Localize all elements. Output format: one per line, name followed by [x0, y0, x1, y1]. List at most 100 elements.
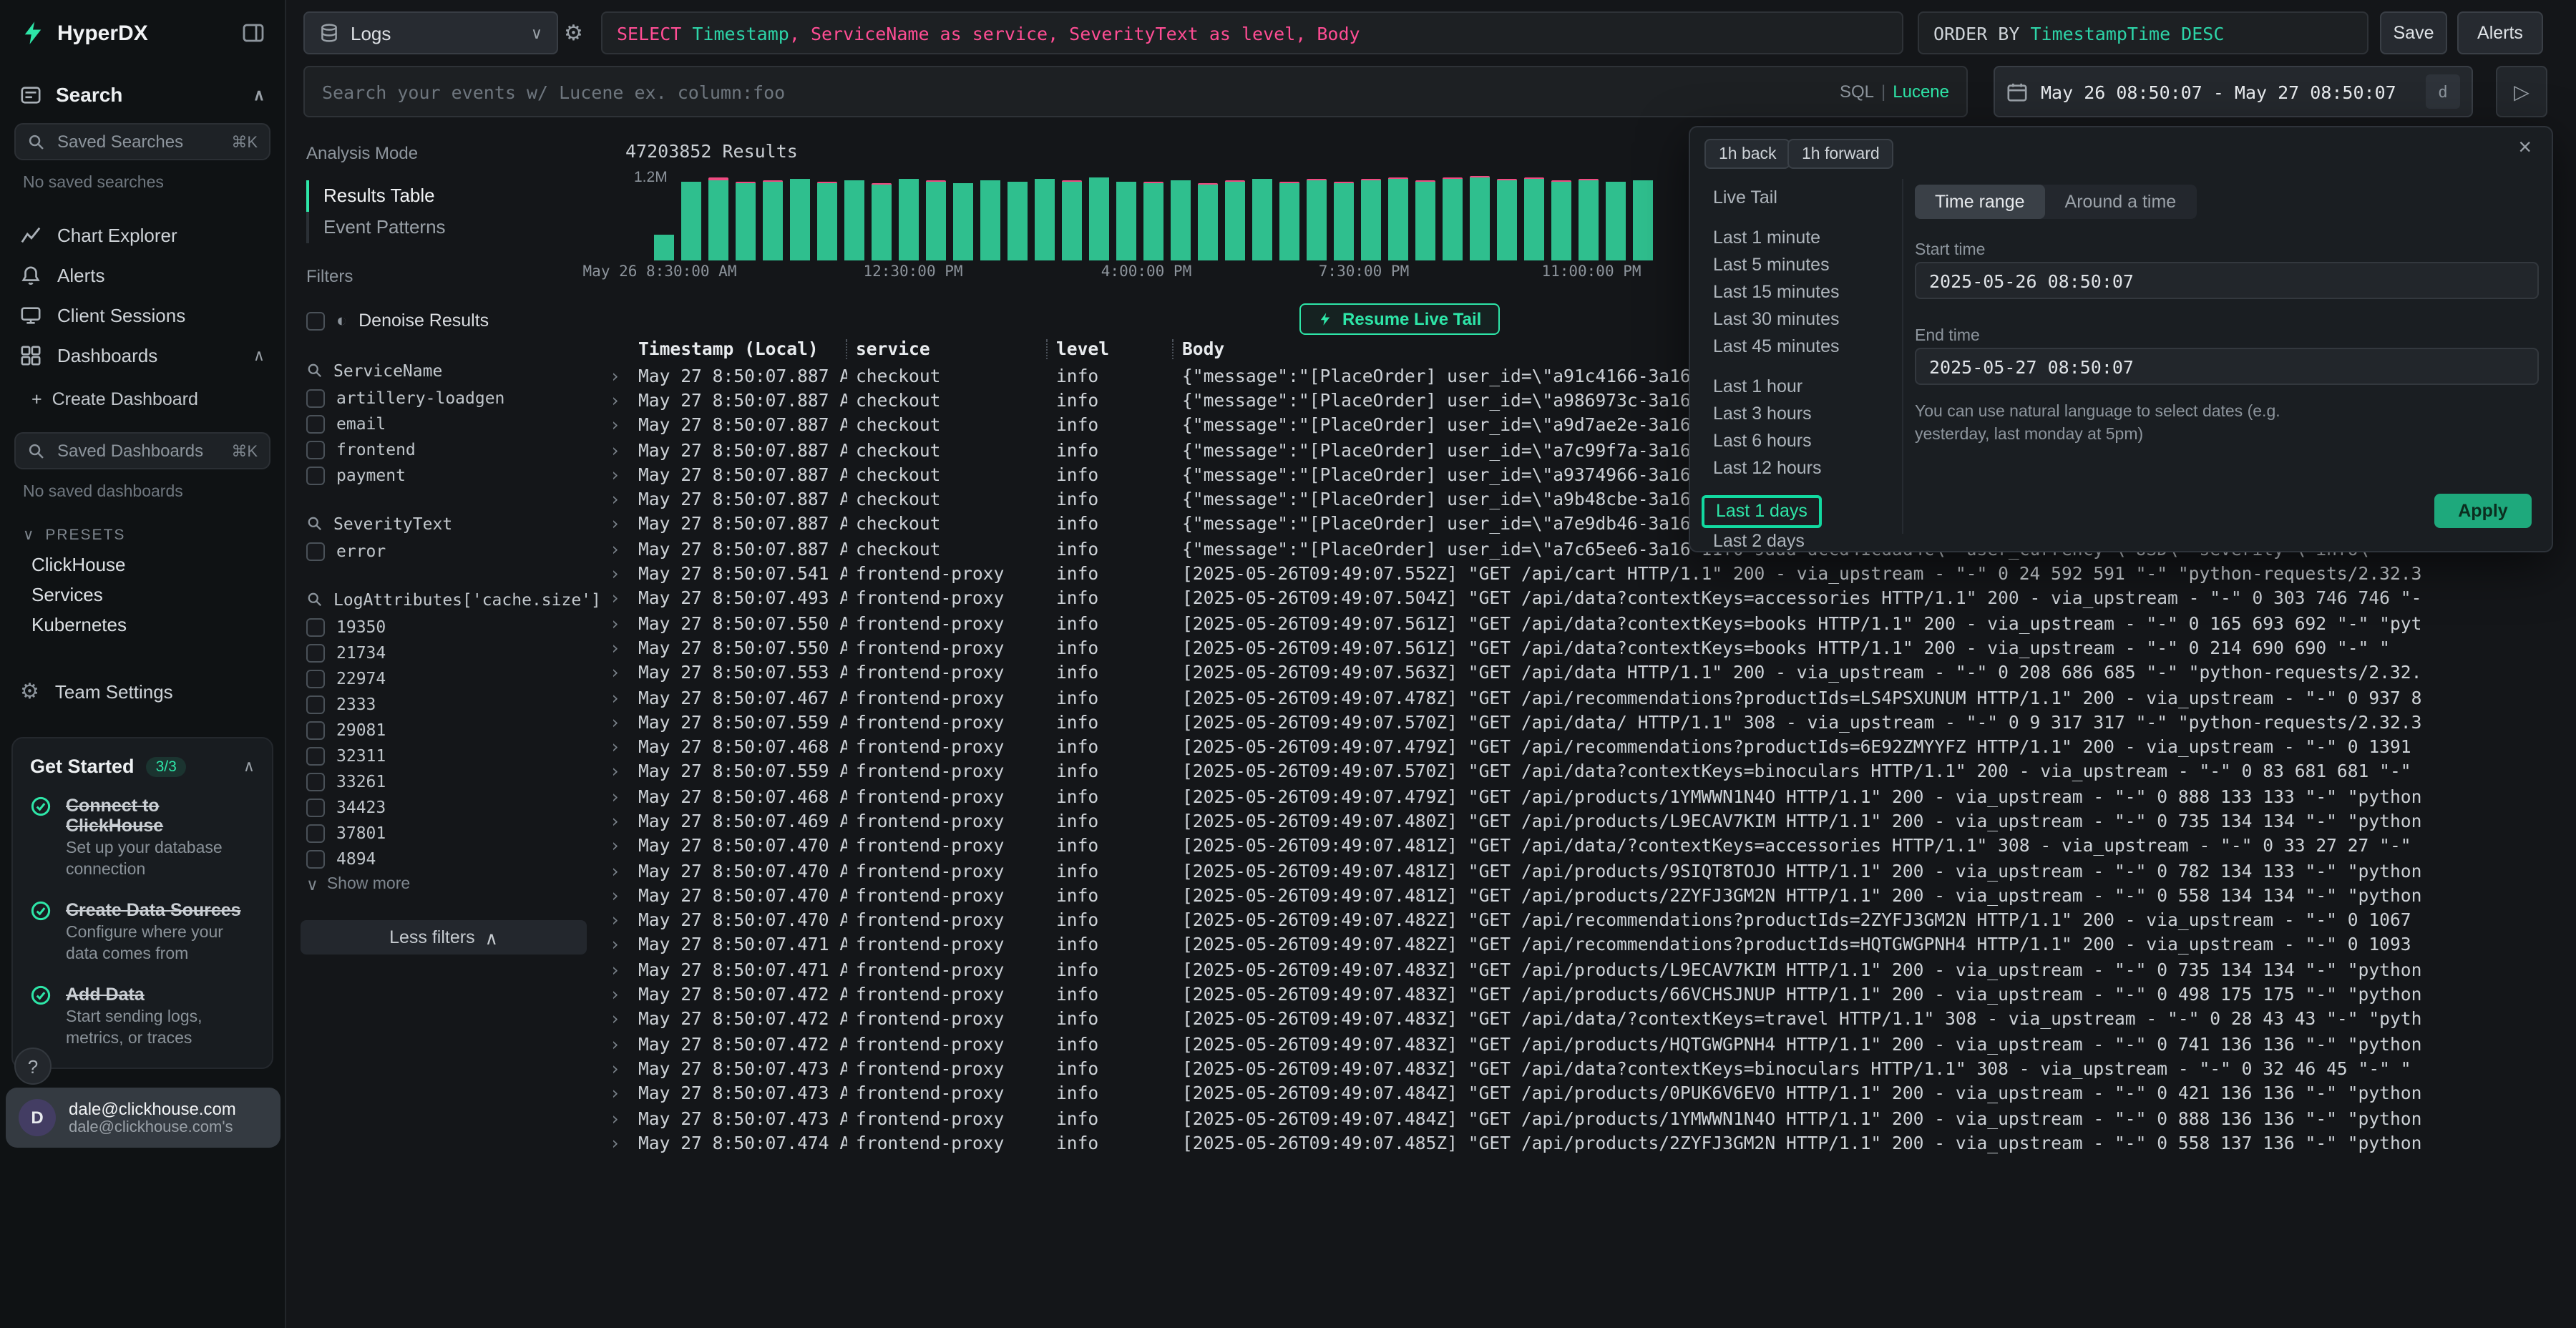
log-row[interactable]: ›May 27 8:50:07.473 AMfrontend-proxyinfo…: [607, 1106, 2576, 1131]
log-row[interactable]: ›May 27 8:50:07.470 AMfrontend-proxyinfo…: [607, 908, 2576, 933]
histogram-bar[interactable]: [1497, 178, 1517, 260]
histogram-bar[interactable]: [1116, 181, 1136, 260]
log-row[interactable]: ›May 27 8:50:07.471 AMfrontend-proxyinfo…: [607, 933, 2576, 958]
checkbox[interactable]: [306, 414, 325, 433]
expand-chevron-icon[interactable]: ›: [607, 465, 630, 485]
time-range-last-15-minutes[interactable]: Last 15 minutes: [1702, 279, 1851, 306]
lang-sql[interactable]: SQL: [1840, 82, 1874, 102]
filter-value-33261[interactable]: 33261: [298, 768, 601, 794]
expand-chevron-icon[interactable]: ›: [607, 638, 630, 658]
saved-searches-input[interactable]: Saved Searches ⌘K: [14, 123, 270, 160]
expand-chevron-icon[interactable]: ›: [607, 811, 630, 831]
histogram-bar[interactable]: [790, 179, 810, 260]
histogram-bar[interactable]: [1062, 180, 1082, 260]
help-button[interactable]: ?: [14, 1048, 52, 1085]
log-row[interactable]: ›May 27 8:50:07.559 AMfrontend-proxyinfo…: [607, 760, 2576, 785]
histogram-bar[interactable]: [872, 184, 892, 260]
histogram-bar[interactable]: [953, 182, 973, 260]
histogram-bar[interactable]: [654, 234, 674, 260]
search-bar[interactable]: SQL|Lucene: [303, 66, 1968, 117]
log-row[interactable]: ›May 27 8:50:07.472 AMfrontend-proxyinfo…: [607, 1032, 2576, 1057]
sidebar-preset-kubernetes[interactable]: Kubernetes: [0, 610, 285, 640]
expand-chevron-icon[interactable]: ›: [607, 514, 630, 534]
histogram-bar[interactable]: [1415, 181, 1435, 260]
checkbox[interactable]: [306, 746, 325, 765]
histogram-bar[interactable]: [1171, 180, 1191, 260]
filter-value-32311[interactable]: 32311: [298, 743, 601, 768]
histogram-bar[interactable]: [844, 180, 864, 260]
time-range-last-12-hours[interactable]: Last 12 hours: [1702, 455, 1833, 482]
checkbox[interactable]: [306, 617, 325, 636]
expand-chevron-icon[interactable]: ›: [607, 737, 630, 757]
log-row[interactable]: ›May 27 8:50:07.467 AMfrontend-proxyinfo…: [607, 685, 2576, 711]
time-range-last-6-hours[interactable]: Last 6 hours: [1702, 428, 1823, 455]
histogram-bar[interactable]: [1633, 180, 1653, 260]
one-hour-forward-button[interactable]: 1h forward: [1787, 139, 1894, 169]
histogram-bar[interactable]: [736, 182, 756, 260]
expand-chevron-icon[interactable]: ›: [607, 1108, 630, 1128]
run-query-button[interactable]: ▷: [2496, 66, 2547, 117]
show-more-button[interactable]: ∨Show more: [298, 872, 601, 897]
histogram-bar[interactable]: [763, 180, 783, 260]
sidebar-item-alerts[interactable]: Alerts: [0, 255, 285, 295]
histogram-bar[interactable]: [1279, 182, 1299, 260]
one-hour-back-button[interactable]: 1h back: [1704, 139, 1791, 169]
expand-chevron-icon[interactable]: ›: [607, 786, 630, 806]
query-language-toggle[interactable]: SQL|Lucene: [1840, 82, 1949, 102]
checkbox[interactable]: [306, 440, 325, 459]
expand-chevron-icon[interactable]: ›: [607, 391, 630, 411]
expand-chevron-icon[interactable]: ›: [607, 886, 630, 906]
sidebar-preset-clickhouse[interactable]: ClickHouse: [0, 550, 285, 580]
log-row[interactable]: ›May 27 8:50:07.472 AMfrontend-proxyinfo…: [607, 982, 2576, 1007]
log-row[interactable]: ›May 27 8:50:07.472 AMfrontend-proxyinfo…: [607, 1007, 2576, 1032]
log-row[interactable]: ›May 27 8:50:07.474 AMfrontend-proxyinfo…: [607, 1131, 2576, 1156]
less-filters-button[interactable]: Less filters ∧: [301, 920, 587, 954]
filter-value-frontend[interactable]: frontend: [298, 436, 601, 462]
apply-button[interactable]: Apply: [2434, 494, 2532, 528]
histogram-bar[interactable]: [1089, 177, 1109, 260]
expand-chevron-icon[interactable]: ›: [607, 1034, 630, 1054]
date-range-value[interactable]: May 26 08:50:07 - May 27 08:50:07: [2041, 81, 2413, 102]
sidebar-item-chart-explorer[interactable]: Chart Explorer: [0, 215, 285, 255]
expand-chevron-icon[interactable]: ›: [607, 663, 630, 683]
filter-value-payment[interactable]: payment: [298, 462, 601, 488]
expand-chevron-icon[interactable]: ›: [607, 589, 630, 609]
expand-chevron-icon[interactable]: ›: [607, 1010, 630, 1030]
histogram-bar[interactable]: [1035, 178, 1055, 260]
create-dashboard-button[interactable]: + Create Dashboard: [0, 384, 285, 415]
expand-chevron-icon[interactable]: ›: [607, 762, 630, 782]
log-row[interactable]: ›May 27 8:50:07.550 AMfrontend-proxyinfo…: [607, 611, 2576, 636]
expand-chevron-icon[interactable]: ›: [607, 415, 630, 435]
log-row[interactable]: ›May 27 8:50:07.471 AMfrontend-proxyinfo…: [607, 957, 2576, 982]
get-started-step-add-data[interactable]: Add DataStart sending logs, metrics, or …: [30, 985, 255, 1050]
histogram-bar[interactable]: [899, 179, 919, 260]
filter-value-22974[interactable]: 22974: [298, 665, 601, 691]
time-range-last-3-hours[interactable]: Last 3 hours: [1702, 401, 1823, 428]
histogram-bar[interactable]: [1388, 178, 1408, 260]
expand-chevron-icon[interactable]: ›: [607, 910, 630, 930]
log-row[interactable]: ›May 27 8:50:07.559 AMfrontend-proxyinfo…: [607, 710, 2576, 735]
histogram-bar[interactable]: [1225, 180, 1245, 260]
sidebar-item-client-sessions[interactable]: Client Sessions: [0, 295, 285, 335]
log-row[interactable]: ›May 27 8:50:07.470 AMfrontend-proxyinfo…: [607, 834, 2576, 859]
source-settings-gear-icon[interactable]: ⚙: [564, 20, 583, 46]
time-range-last-1-hour[interactable]: Last 1 hour: [1702, 374, 1814, 401]
expand-chevron-icon[interactable]: ›: [607, 489, 630, 509]
expand-chevron-icon[interactable]: ›: [607, 440, 630, 460]
filter-value-error[interactable]: error: [298, 538, 601, 564]
tab-around-a-time[interactable]: Around a time: [2045, 185, 2197, 219]
filter-value-4894[interactable]: 4894: [298, 846, 601, 872]
histogram-bar[interactable]: [681, 181, 701, 260]
user-menu[interactable]: D dale@clickhouse.com dale@clickhouse.co…: [6, 1088, 280, 1148]
tab-time-range[interactable]: Time range: [1915, 185, 2045, 219]
histogram-bar[interactable]: [1524, 177, 1544, 260]
histogram-bar[interactable]: [1579, 180, 1599, 260]
nav-search[interactable]: Search ∧: [20, 83, 265, 106]
log-row[interactable]: ›May 27 8:50:07.550 AMfrontend-proxyinfo…: [607, 636, 2576, 661]
checkbox[interactable]: [306, 311, 325, 330]
alerts-button[interactable]: Alerts: [2457, 11, 2543, 54]
histogram-bar[interactable]: [817, 182, 837, 260]
checkbox[interactable]: [306, 643, 325, 662]
sidebar-item-dashboards[interactable]: Dashboards ∧: [0, 335, 285, 375]
checkbox[interactable]: [306, 542, 325, 560]
